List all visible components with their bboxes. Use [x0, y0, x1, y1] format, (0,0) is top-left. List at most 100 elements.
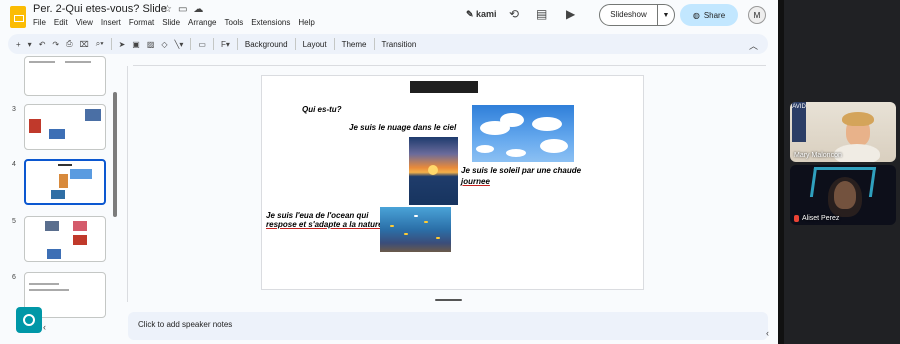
menu-help[interactable]: Help — [298, 18, 314, 27]
text-box-icon[interactable]: ▣ — [132, 40, 140, 49]
select-cursor-icon[interactable]: ➤ — [119, 40, 126, 49]
sunset-image[interactable] — [409, 137, 458, 205]
document-title[interactable]: Per. 2-Qui etes-vous? Slide — [33, 3, 167, 15]
speaker-notes[interactable]: Click to add speaker notes — [128, 312, 768, 340]
meet-icon[interactable]: ▶ — [566, 7, 575, 21]
move-folder-icon[interactable]: ▭ — [178, 4, 187, 15]
thumb-image — [47, 249, 61, 259]
menu-view[interactable]: View — [76, 18, 93, 27]
slide-number-6: 6 — [12, 274, 16, 281]
account-avatar[interactable]: M — [748, 6, 766, 24]
print-icon[interactable]: ⎙ — [66, 39, 72, 49]
fish-shape — [424, 221, 428, 223]
vertical-ruler — [118, 66, 128, 302]
record-icon[interactable] — [16, 307, 42, 333]
cloud-shape — [540, 139, 568, 153]
thumb-image — [85, 109, 101, 121]
cloud-status-icon[interactable]: ☁ — [193, 4, 203, 15]
kami-extension[interactable]: ✎ kami — [466, 9, 497, 20]
share-button[interactable]: ◍ Share — [680, 4, 738, 26]
layout-button[interactable]: Layout — [303, 40, 327, 49]
thumb-image — [49, 129, 65, 139]
menu-arrange[interactable]: Arrange — [188, 18, 216, 27]
toolbar-divider — [373, 38, 375, 50]
font-icon[interactable]: F▾ — [221, 40, 230, 49]
toolbar-divider — [294, 38, 296, 50]
slide-ocean-text-2[interactable]: respose et s'adapte a la nature — [266, 220, 383, 229]
slide-number-3: 3 — [12, 106, 16, 113]
toolbar-divider — [212, 38, 214, 50]
participant-tile-1[interactable]: AVID Mary Maloncon — [790, 102, 896, 162]
undo-icon[interactable]: ↶ — [39, 40, 46, 49]
avid-sign-letters: AVID — [792, 104, 806, 110]
ocean-image[interactable] — [380, 207, 451, 252]
slide-canvas[interactable]: Qui es-tu? Je suis le nuage dans le ciel… — [261, 75, 644, 290]
thumb-text-line — [29, 283, 59, 285]
thumb-text-line — [65, 61, 91, 63]
menu-edit[interactable]: Edit — [54, 18, 68, 27]
slide-number-4: 4 — [12, 161, 16, 168]
cloud-shape — [476, 145, 494, 153]
theme-button[interactable]: Theme — [342, 40, 367, 49]
menu-insert[interactable]: Insert — [101, 18, 121, 27]
thumb-image — [70, 169, 92, 179]
menu-tools[interactable]: Tools — [225, 18, 244, 27]
menu-format[interactable]: Format — [129, 18, 154, 27]
menu-extensions[interactable]: Extensions — [251, 18, 290, 27]
cloud-shape — [532, 117, 562, 131]
zoom-icon[interactable]: ⌕▾ — [96, 39, 104, 49]
slide-number-5: 5 — [12, 218, 16, 225]
paint-format-icon[interactable]: ⌧ — [80, 40, 89, 49]
star-icon[interactable]: ☆ — [163, 4, 172, 15]
thumb-image — [73, 221, 87, 231]
line-icon[interactable]: ╲▾ — [175, 40, 184, 49]
slide-thumbnail-2[interactable] — [24, 56, 106, 96]
filmstrip-scrollbar[interactable] — [113, 92, 117, 217]
slide-thumbnail-5[interactable] — [24, 216, 106, 262]
kami-label: kami — [476, 9, 497, 19]
filmstrip: 3 4 5 6 — [0, 56, 118, 344]
chevron-left-icon[interactable]: ‹ — [43, 322, 46, 332]
clouds-image[interactable] — [472, 105, 574, 162]
chevron-down-icon[interactable]: ▼ — [658, 12, 674, 19]
participant-hair — [842, 112, 874, 126]
slide-sun-text-2[interactable]: journee — [461, 177, 490, 186]
side-panel-toggle-icon[interactable]: ‹ — [766, 328, 769, 338]
slide-sun-text-1[interactable]: Je suis le soleil par une chaude — [461, 166, 581, 175]
fish-shape — [436, 237, 440, 239]
transition-button[interactable]: Transition — [382, 40, 417, 49]
slide-ocean-text-1[interactable]: Je suis l'eua de l'ocean qui — [266, 211, 369, 220]
slide-thumbnail-4[interactable] — [24, 159, 106, 205]
slides-logo-icon[interactable] — [10, 6, 26, 28]
participant-hair — [828, 177, 862, 217]
participant-tile-2[interactable]: Aliset Perez — [790, 165, 896, 225]
background-button[interactable]: Background — [245, 40, 288, 49]
image-icon[interactable]: ▨ — [147, 40, 155, 49]
slide-cloud-text[interactable]: Je suis le nuage dans le ciel — [349, 123, 456, 132]
redo-icon[interactable]: ↷ — [52, 40, 59, 49]
comments-icon[interactable]: ▤ — [536, 7, 547, 21]
notes-resize-handle[interactable] — [435, 299, 462, 301]
share-label: Share — [703, 10, 726, 20]
menu-slide[interactable]: Slide — [162, 18, 180, 27]
new-slide-chevron-icon[interactable]: ▾ — [28, 40, 32, 49]
slideshow-button[interactable]: Slideshow ▼ — [599, 4, 675, 26]
toolbar-divider — [333, 38, 335, 50]
shape-icon[interactable]: ◇ — [161, 40, 167, 49]
comment-icon[interactable]: ▭ — [198, 40, 206, 49]
meeting-panel: AVID Mary Maloncon Aliset Perez — [784, 0, 900, 344]
menu-file[interactable]: File — [33, 18, 46, 27]
thumb-image — [51, 190, 65, 199]
cloud-shape — [506, 149, 526, 157]
thumb-image — [73, 235, 87, 245]
speaker-notes-placeholder: Click to add speaker notes — [138, 320, 233, 329]
mic-muted-icon — [794, 215, 799, 222]
new-slide-icon[interactable]: + — [16, 40, 21, 49]
slide-thumbnail-3[interactable] — [24, 104, 106, 150]
history-icon[interactable]: ⟲ — [509, 7, 519, 21]
thumb-title-bar — [58, 164, 72, 166]
toolbar: + ▾ ↶ ↷ ⎙ ⌧ ⌕▾ ➤ ▣ ▨ ◇ ╲▾ ▭ F▾ Backgroun… — [8, 34, 768, 54]
slide-question-text[interactable]: Qui es-tu? — [302, 105, 342, 114]
collapse-toolbar-icon[interactable]: ︿ — [749, 39, 758, 52]
fish-shape — [390, 225, 394, 227]
